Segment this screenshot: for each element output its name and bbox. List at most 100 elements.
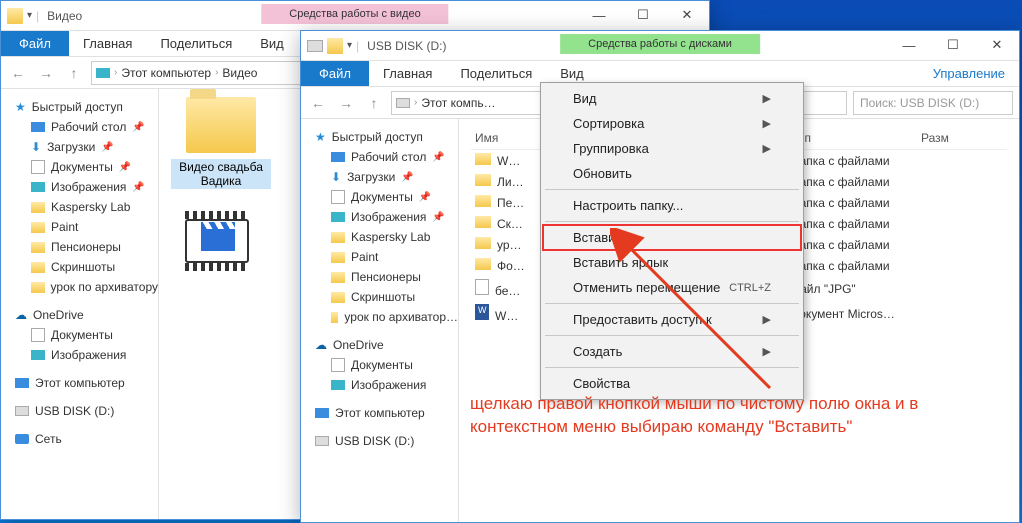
- menu-item[interactable]: Создать▶: [543, 339, 801, 364]
- sidebar-item-desktop[interactable]: Рабочий стол📌: [301, 147, 458, 167]
- forward-button[interactable]: →: [35, 62, 57, 84]
- file-tab[interactable]: Файл: [301, 61, 369, 86]
- document-icon: [331, 190, 345, 204]
- quick-access-header[interactable]: ★Быстрый доступ: [301, 127, 458, 147]
- sidebar-item[interactable]: Скриншоты: [1, 257, 158, 277]
- ribbon-tab-view[interactable]: Вид: [246, 31, 298, 56]
- sidebar-item-pictures[interactable]: Изображения📌: [1, 177, 158, 197]
- sidebar-item-pictures[interactable]: Изображения📌: [301, 207, 458, 227]
- sidebar-item[interactable]: Изображения: [301, 375, 458, 395]
- menu-item-label: Группировка: [573, 141, 649, 156]
- minimize-button[interactable]: —: [887, 31, 931, 59]
- network-item[interactable]: Сеть: [1, 429, 158, 449]
- onedrive-header[interactable]: ☁OneDrive: [301, 335, 458, 355]
- sidebar-item[interactable]: Скриншоты: [301, 287, 458, 307]
- chevron-right-icon: ▶: [763, 142, 771, 155]
- menu-item[interactable]: Обновить: [543, 161, 801, 186]
- menu-item[interactable]: Вставить ярлык: [543, 250, 801, 275]
- this-pc-header[interactable]: Этот компьютер: [1, 373, 158, 393]
- file-type: Папка с файлами: [791, 154, 921, 168]
- sidebar-item[interactable]: урок по архиватор…: [301, 307, 458, 327]
- folder-icon: [331, 232, 345, 243]
- sidebar-item[interactable]: Kaspersky Lab: [1, 197, 158, 217]
- sidebar-item[interactable]: Изображения: [1, 345, 158, 365]
- window-title: USB DISK (D:): [367, 39, 446, 53]
- maximize-button[interactable]: ☐: [931, 31, 975, 59]
- menu-separator: [545, 303, 799, 304]
- back-button[interactable]: ←: [7, 62, 29, 84]
- sidebar-item[interactable]: Kaspersky Lab: [301, 227, 458, 247]
- ribbon-tab-share[interactable]: Поделиться: [146, 31, 246, 56]
- column-header-size[interactable]: Разм: [921, 131, 971, 145]
- quick-access-header[interactable]: ★Быстрый доступ: [1, 97, 158, 117]
- menu-item-label: Свойства: [573, 376, 630, 391]
- file-type: Документ Micros…: [791, 307, 921, 321]
- file-name: ур…: [497, 238, 522, 252]
- breadcrumb-segment[interactable]: Этот компьютер: [121, 66, 211, 80]
- breadcrumb-segment[interactable]: Этот компь…: [421, 96, 495, 110]
- chevron-right-icon: ›: [114, 67, 117, 78]
- file-tab[interactable]: Файл: [1, 31, 69, 56]
- onedrive-header[interactable]: ☁OneDrive: [1, 305, 158, 325]
- menu-item[interactable]: Предоставить доступ к▶: [543, 307, 801, 332]
- star-icon: ★: [315, 130, 326, 144]
- search-input[interactable]: Поиск: USB DISK (D:): [853, 91, 1013, 115]
- sidebar-item[interactable]: Paint: [301, 247, 458, 267]
- window-title: Видео: [47, 9, 82, 23]
- menu-item[interactable]: Отменить перемещениеCTRL+Z: [543, 275, 801, 300]
- sidebar-item[interactable]: Пенсионеры: [1, 237, 158, 257]
- sidebar-item[interactable]: Пенсионеры: [301, 267, 458, 287]
- titlebar[interactable]: ▾ | USB DISK (D:) Средства работы с диск…: [301, 31, 1019, 61]
- window-controls: — ☐ ✕: [887, 31, 1019, 59]
- qat-dropdown-icon[interactable]: ▾: [347, 40, 352, 51]
- menu-item[interactable]: Сортировка▶: [543, 111, 801, 136]
- up-button[interactable]: ↑: [63, 62, 85, 84]
- pictures-icon: [331, 380, 345, 390]
- sidebar-item-downloads[interactable]: ⬇Загрузки📌: [1, 137, 158, 157]
- close-button[interactable]: ✕: [665, 1, 709, 29]
- menu-item[interactable]: Настроить папку...: [543, 193, 801, 218]
- sidebar-item-documents[interactable]: Документы📌: [301, 187, 458, 207]
- forward-button[interactable]: →: [335, 92, 357, 114]
- onedrive-icon: ☁: [315, 338, 327, 352]
- folder-icon: [327, 38, 343, 54]
- qat-dropdown-icon[interactable]: ▾: [27, 10, 32, 21]
- ribbon-tab-home[interactable]: Главная: [369, 61, 446, 86]
- usb-item[interactable]: USB DISK (D:): [301, 431, 458, 451]
- app-icon: [307, 40, 323, 52]
- back-button[interactable]: ←: [307, 92, 329, 114]
- download-icon: ⬇: [31, 140, 41, 154]
- menu-item[interactable]: Вставить: [543, 225, 801, 250]
- sidebar-item[interactable]: урок по архиватору: [1, 277, 158, 297]
- sidebar-item-desktop[interactable]: Рабочий стол📌: [1, 117, 158, 137]
- ribbon-tab-manage[interactable]: Управление: [919, 61, 1019, 86]
- ribbon-tab-home[interactable]: Главная: [69, 31, 146, 56]
- folder-item-selected[interactable]: Видео свадьба Вадика: [171, 97, 271, 189]
- minimize-button[interactable]: —: [577, 1, 621, 29]
- chevron-right-icon: ▶: [763, 345, 771, 358]
- maximize-button[interactable]: ☐: [621, 1, 665, 29]
- sidebar-item-documents[interactable]: Документы📌: [1, 157, 158, 177]
- video-thumbnail-icon[interactable]: [185, 219, 249, 263]
- folder-icon: [31, 242, 45, 253]
- breadcrumb-segment[interactable]: Видео: [222, 66, 257, 80]
- this-pc-header[interactable]: Этот компьютер: [301, 403, 458, 423]
- sidebar-item-downloads[interactable]: ⬇Загрузки📌: [301, 167, 458, 187]
- file-type: Файл "JPG": [791, 282, 921, 296]
- chevron-right-icon: ›: [414, 97, 417, 108]
- menu-item[interactable]: Вид▶: [543, 86, 801, 111]
- sidebar-item[interactable]: Документы: [301, 355, 458, 375]
- sidebar-item[interactable]: Paint: [1, 217, 158, 237]
- column-header-type[interactable]: Тип: [791, 131, 921, 145]
- ribbon-tab-share[interactable]: Поделиться: [446, 61, 546, 86]
- sidebar-item[interactable]: Документы: [1, 325, 158, 345]
- usb-item[interactable]: USB DISK (D:): [1, 401, 158, 421]
- pin-icon: 📌: [132, 182, 144, 193]
- network-icon: [15, 434, 29, 444]
- up-button[interactable]: ↑: [363, 92, 385, 114]
- menu-item[interactable]: Группировка ▶: [543, 136, 801, 161]
- titlebar[interactable]: ▾ | Видео Средства работы с видео — ☐ ✕: [1, 1, 709, 31]
- document-icon: [331, 358, 345, 372]
- usb-icon: [15, 406, 29, 416]
- close-button[interactable]: ✕: [975, 31, 1019, 59]
